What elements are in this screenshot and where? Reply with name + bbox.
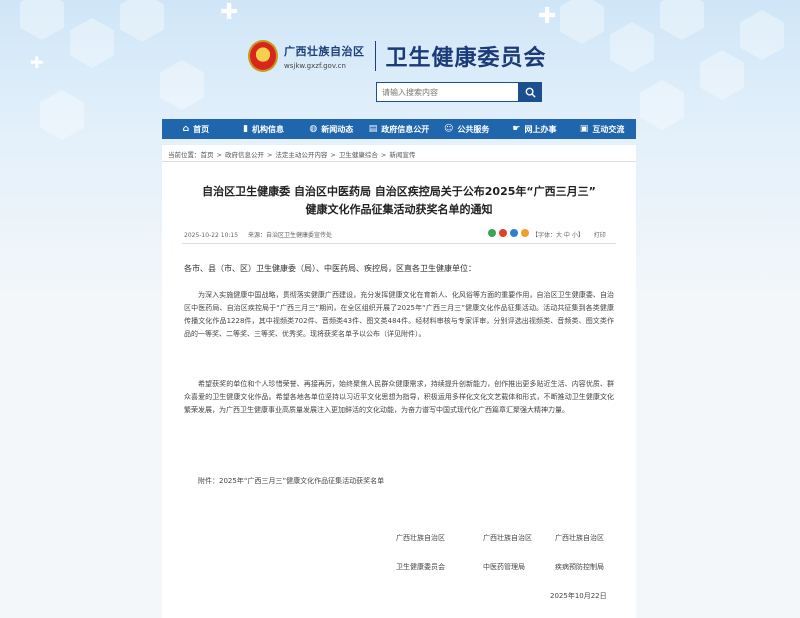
nav-item-label: 首页 xyxy=(193,124,210,134)
divider xyxy=(182,243,616,244)
org-name: 广西壮族自治区 xyxy=(284,44,365,58)
nav-item-news[interactable]: ◍ 新闻动态 xyxy=(297,119,365,139)
qzone-share-icon[interactable] xyxy=(521,229,529,237)
signature-org: 广西壮族自治区 xyxy=(555,534,604,542)
hexagon-decoration xyxy=(660,0,704,40)
signature-org: 卫生健康委员会 xyxy=(396,563,445,571)
body-paragraph: 希望获奖的单位和个人珍惜荣誉、再接再厉，始终聚焦人民群众健康需求，持续提升创新能… xyxy=(184,380,614,414)
article-source: 来源：自治区卫生健康委宣传处 xyxy=(248,232,333,239)
logo-text: 广西壮族自治区 wsjkw.gxzf.gov.cn xyxy=(284,43,365,70)
publish-date: 2025-10-22 10:15 xyxy=(184,232,239,239)
site-title: 卫生健康委员会 xyxy=(385,46,547,71)
nav-item-public-service[interactable]: ☺ 公共服务 xyxy=(433,119,501,139)
article-meta: 2025-10-22 10:15 来源：自治区卫生健康委宣传处 xyxy=(184,230,340,239)
print-link[interactable]: 打印 xyxy=(594,232,606,239)
document-icon: ▤ xyxy=(368,124,378,134)
plus-decoration: ✚ xyxy=(30,53,44,72)
nav-item-home[interactable]: ⌂ 首页 xyxy=(162,119,230,139)
hexagon-decoration xyxy=(20,0,64,40)
nav-item-interaction[interactable]: ▣ 互动交流 xyxy=(568,119,636,139)
nav-item-gov-info[interactable]: ▤ 政府信息公开 xyxy=(365,119,433,139)
nav-item-label: 互动交流 xyxy=(592,124,625,134)
article-card: 当前位置：首页 > 政府信息公开 > 法定主动公开内容 > 卫生健康综合 > 新闻宣传 自治区卫… xyxy=(162,145,636,618)
breadcrumb-prefix: 当前位置： xyxy=(168,151,201,159)
wechat-share-icon[interactable] xyxy=(488,229,496,237)
people-icon: ☺ xyxy=(444,124,454,134)
hexagon-decoration xyxy=(560,0,604,44)
article-title: 自治区卫生健康委 自治区中医药局 自治区疾控局关于公布2025年“广西三月三” … xyxy=(182,183,616,219)
breadcrumb-separator: > xyxy=(330,151,336,159)
main-nav: ⌂ 首页 ▮ 机构信息 ◍ 新闻动态 ▤ 政府信息公开 ☺ 公共服务 ☛ 网上办… xyxy=(162,119,636,139)
nav-item-label: 网上办事 xyxy=(524,124,557,134)
bar-chart-icon: ▮ xyxy=(243,124,249,134)
plus-decoration: ✚ xyxy=(220,0,239,25)
site-url: wsjkw.gxzf.gov.cn xyxy=(284,61,346,70)
search-icon xyxy=(525,87,536,98)
signature-org: 疾病预防控制局 xyxy=(555,563,604,571)
home-icon: ⌂ xyxy=(182,124,190,134)
logo-divider xyxy=(374,41,376,71)
site-logo[interactable]: 广西壮族自治区 wsjkw.gxzf.gov.cn 卫生健康委员会 xyxy=(248,36,547,76)
weibo-share-icon[interactable] xyxy=(499,229,507,237)
plus-decoration: ✚ xyxy=(538,4,557,29)
nav-item-label: 政府信息公开 xyxy=(381,124,430,134)
body-paragraph: 为深入实施健康中国战略，贯彻落实健康广西建设，充分发挥健康文化在育新人、化风俗等… xyxy=(184,291,614,338)
font-size-options[interactable]: 【字体：大 中 小】 xyxy=(532,232,584,239)
nav-item-organization[interactable]: ▮ 机构信息 xyxy=(230,119,298,139)
breadcrumb-separator: > xyxy=(380,151,387,159)
hexagon-decoration xyxy=(40,90,84,140)
breadcrumb-link[interactable]: 政府信息公开 xyxy=(225,151,264,159)
breadcrumb-link[interactable]: 法定主动公开内容 xyxy=(275,151,327,159)
breadcrumb-separator: > xyxy=(266,151,273,159)
national-emblem-icon xyxy=(248,40,278,72)
nav-item-label: 新闻动态 xyxy=(321,124,354,134)
globe-icon: ◍ xyxy=(309,124,318,134)
search-button[interactable] xyxy=(518,82,542,102)
nav-item-label: 机构信息 xyxy=(252,124,285,134)
hexagon-decoration xyxy=(160,60,204,110)
breadcrumb-link[interactable]: 首页 xyxy=(201,151,214,159)
salutation: 各市、县（市、区）卫生健康委（局）、中医药局、疾控局，区直各卫生健康单位： xyxy=(184,264,476,273)
chat-icon: ▣ xyxy=(579,124,589,134)
hexagon-decoration xyxy=(70,18,114,68)
qq-share-icon[interactable] xyxy=(510,229,518,237)
breadcrumb-link[interactable]: 新闻宣传 xyxy=(389,151,415,159)
hand-icon: ☛ xyxy=(512,124,521,134)
attachment-link[interactable]: 附件：2025年“广西三月三”健康文化作品征集活动获奖名单 xyxy=(198,476,384,486)
article-title-line: 自治区卫生健康委 自治区中医药局 自治区疾控局关于公布2025年“广西三月三” xyxy=(202,185,596,198)
signature-org: 广西壮族自治区 xyxy=(396,534,445,542)
share-buttons xyxy=(488,229,529,237)
signature-date: 2025年10月22日 xyxy=(550,592,607,600)
hexagon-decoration xyxy=(640,80,684,130)
search-input[interactable] xyxy=(376,82,518,102)
breadcrumb-separator: > xyxy=(216,151,222,159)
hexagon-decoration xyxy=(740,10,784,60)
breadcrumb: 当前位置：首页 > 政府信息公开 > 法定主动公开内容 > 卫生健康综合 > 新闻宣传 xyxy=(168,149,415,159)
nav-item-label: 公共服务 xyxy=(457,124,490,134)
nav-item-online-service[interactable]: ☛ 网上办事 xyxy=(501,119,569,139)
breadcrumb-link[interactable]: 卫生健康综合 xyxy=(339,151,378,159)
article-title-line: 健康文化作品征集活动获奖名单的通知 xyxy=(305,203,493,216)
font-size-control: 【字体：大 中 小】 打印 xyxy=(532,230,606,239)
signature-org: 广西壮族自治区 xyxy=(483,534,532,542)
search-bar xyxy=(376,82,542,102)
hexagon-decoration xyxy=(120,0,164,42)
hexagon-decoration xyxy=(700,50,744,100)
hexagon-decoration xyxy=(610,22,654,72)
signature-org: 中医药管理局 xyxy=(483,563,525,571)
divider xyxy=(162,161,636,162)
